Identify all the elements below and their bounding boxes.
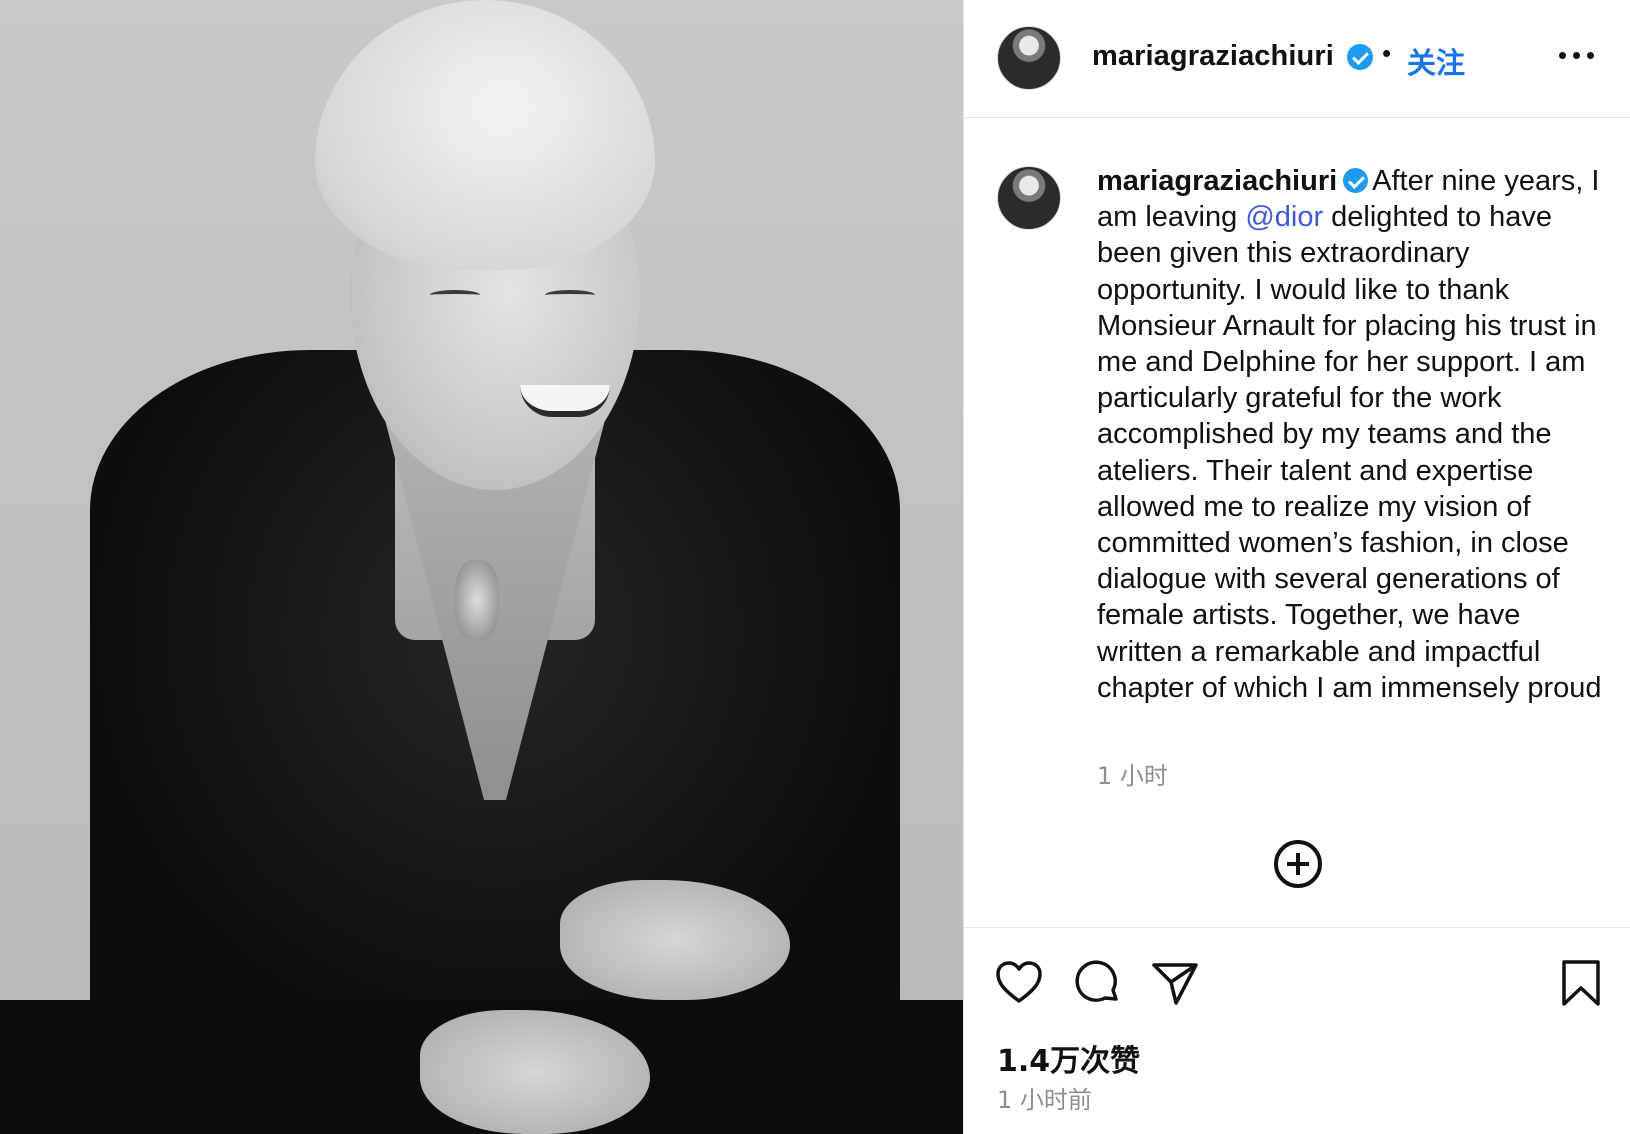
action-bar: 1.4万次赞 1 小时前: [964, 928, 1630, 1134]
comment-icon[interactable]: [1072, 958, 1122, 1008]
post-image[interactable]: [0, 0, 963, 1134]
like-count[interactable]: 1.4万次赞: [997, 1036, 1140, 1080]
follow-button[interactable]: 关注: [1407, 40, 1465, 82]
caption-section: mariagraziachiuri After nine years, I am …: [964, 118, 1630, 928]
post-side-panel: mariagraziachiuri • 关注 mariagraziachiuri…: [963, 0, 1630, 1134]
caption-username[interactable]: mariagraziachiuri: [1097, 165, 1337, 197]
photo-eye-left: [430, 290, 480, 300]
photo-eye-right: [545, 290, 595, 300]
caption-avatar[interactable]: [997, 166, 1061, 230]
more-options-icon[interactable]: [1559, 52, 1595, 62]
caption-timestamp: 1 小时: [1097, 762, 1168, 790]
avatar[interactable]: [997, 26, 1061, 90]
header-username[interactable]: mariagraziachiuri: [1092, 40, 1334, 73]
post-timestamp: 1 小时前: [997, 1086, 1092, 1114]
heart-icon[interactable]: [994, 958, 1044, 1008]
share-icon[interactable]: [1150, 958, 1200, 1008]
photo-pendant-shape: [455, 560, 499, 640]
post-header: mariagraziachiuri • 关注: [964, 0, 1630, 118]
mention-link[interactable]: @dior: [1245, 201, 1323, 233]
photo-hair-shape: [315, 0, 655, 270]
verified-badge-icon: [1343, 168, 1369, 193]
verified-badge-icon: [1347, 44, 1373, 70]
bookmark-icon[interactable]: [1556, 958, 1606, 1008]
caption-text: mariagraziachiuri After nine years, I am …: [1097, 163, 1607, 706]
add-comment-icon[interactable]: [1274, 840, 1322, 888]
caption-body-end: delighted to have been given this extrao…: [1097, 201, 1602, 704]
header-separator: •: [1382, 38, 1392, 68]
